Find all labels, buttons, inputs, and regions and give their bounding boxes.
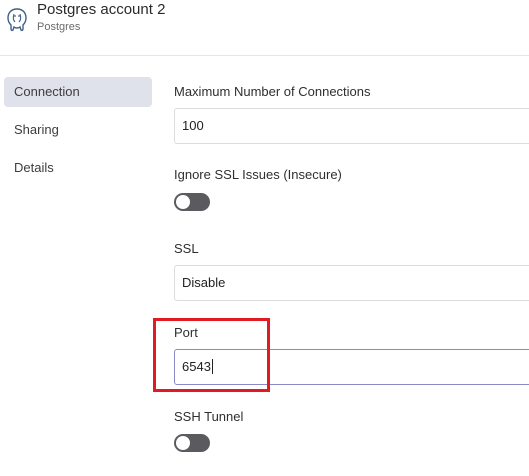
ignore-ssl-label: Ignore SSL Issues (Insecure) <box>174 167 342 182</box>
page-title: Postgres account 2 <box>37 1 166 18</box>
ssh-tunnel-toggle[interactable] <box>174 434 210 452</box>
max-connections-label: Maximum Number of Connections <box>174 84 371 99</box>
page-subtitle: Postgres <box>37 21 81 33</box>
text-caret <box>211 359 213 374</box>
max-connections-input[interactable]: 100 <box>174 108 529 144</box>
port-label: Port <box>174 325 198 340</box>
port-input[interactable]: 6543 <box>174 349 529 385</box>
postgres-elephant-icon <box>7 8 27 32</box>
header: Postgres account 2 Postgres <box>0 0 529 56</box>
toggle-knob <box>176 436 190 450</box>
toggle-knob <box>176 195 190 209</box>
sidebar-item-connection[interactable]: Connection <box>4 77 152 107</box>
ssl-select[interactable]: Disable <box>174 265 529 301</box>
port-value: 6543 <box>182 359 211 374</box>
ssh-tunnel-label: SSH Tunnel <box>174 409 244 424</box>
ssl-label: SSL <box>174 241 199 256</box>
sidebar-item-sharing[interactable]: Sharing <box>4 115 152 145</box>
ignore-ssl-toggle[interactable] <box>174 193 210 211</box>
sidebar-item-details[interactable]: Details <box>4 153 152 183</box>
